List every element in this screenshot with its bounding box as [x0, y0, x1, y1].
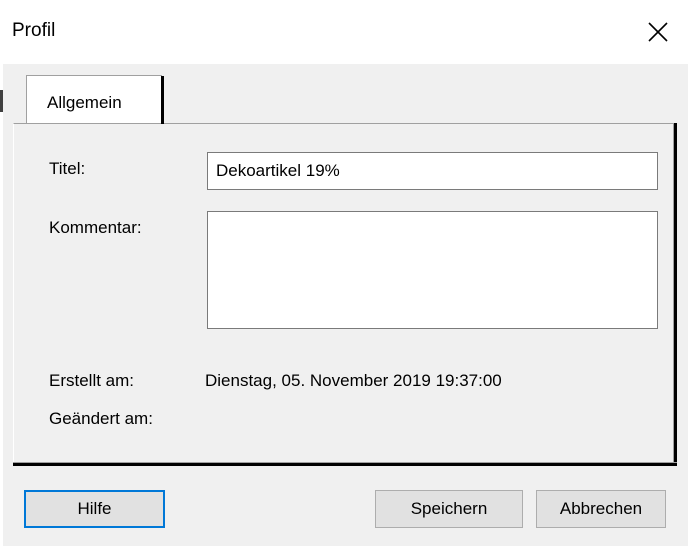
close-icon — [648, 22, 668, 42]
kommentar-textarea[interactable] — [207, 211, 658, 329]
title-bar: Profil — [0, 0, 690, 64]
close-button[interactable] — [626, 0, 690, 64]
help-button[interactable]: Hilfe — [24, 490, 165, 528]
help-button-label: Hilfe — [77, 499, 112, 518]
window-title: Profil — [12, 20, 56, 41]
save-button-label: Speichern — [410, 499, 488, 518]
titel-input[interactable]: Dekoartikel 19% — [207, 152, 658, 190]
save-button[interactable]: Speichern — [375, 490, 523, 528]
panel-shadow-right — [674, 123, 677, 466]
geaendert-label: Geändert am: — [49, 409, 153, 428]
left-window-edge — [0, 64, 3, 546]
tab-shadow — [161, 76, 164, 124]
cancel-button[interactable]: Abbrechen — [536, 490, 666, 528]
panel-shadow-bottom — [13, 463, 677, 466]
tab-label: Allgemein — [47, 93, 122, 112]
profile-dialog: Profil Allgemein Titel: Dekoartikel 19% … — [0, 0, 690, 546]
titel-input-value: Dekoartikel 19% — [216, 161, 340, 180]
tab-allgemein[interactable]: Allgemein — [26, 75, 162, 123]
kommentar-label: Kommentar: — [49, 218, 142, 237]
erstellt-value: Dienstag, 05. November 2019 19:37:00 — [205, 371, 502, 390]
erstellt-label: Erstellt am: — [49, 371, 135, 390]
titel-label: Titel: — [49, 159, 86, 178]
cancel-button-label: Abbrechen — [559, 499, 643, 518]
